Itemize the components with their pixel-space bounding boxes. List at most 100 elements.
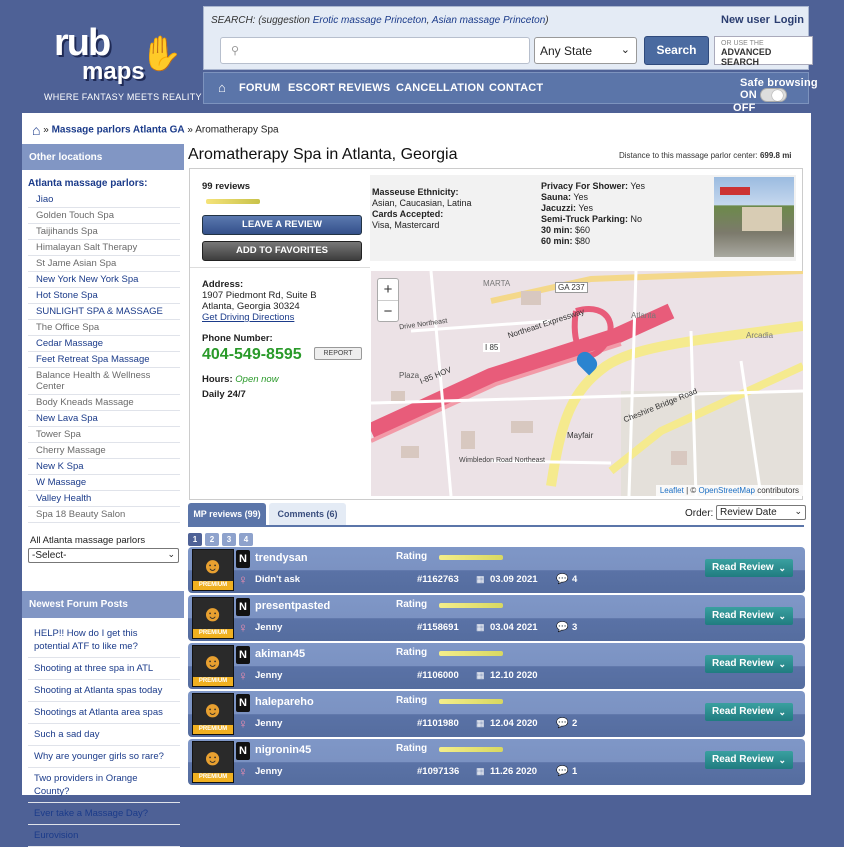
tab-comments[interactable]: Comments (6) [269,503,346,525]
review-row: ☻ PREMIUM N ♀ nigronin45 Jenny Rating #10… [188,739,805,785]
forum-post-link[interactable]: Eurovision [28,825,180,847]
parlor-photo[interactable] [714,177,794,257]
avatar[interactable]: ☻ PREMIUM [192,549,234,591]
parlor-link[interactable]: The Office Spa [28,320,180,336]
safe-browsing-toggle[interactable] [760,88,787,102]
review-girl: Jenny [255,670,283,681]
site-header: rub ✋ maps WHERE FANTASY MEETS REALITY S… [0,0,844,114]
comment-count: 1 [572,766,578,777]
search-input[interactable]: ⚲ [220,37,530,64]
nav-cancellation[interactable]: CANCELLATION [396,82,484,94]
nav-forum[interactable]: FORUM [239,82,280,94]
avatar-image: ☻ [201,745,225,770]
tab-mp-reviews[interactable]: MP reviews (99) [188,503,266,525]
parlor-link[interactable]: Balance Health & Wellness Center [28,368,180,395]
parlor-link[interactable]: New York New York Spa [28,272,180,288]
page-4[interactable]: 4 [239,533,253,546]
breadcrumb-current: Aromatherapy Spa [195,124,279,136]
rating-stars [206,199,260,204]
read-review-button[interactable]: Read Review ⌄ [705,607,793,625]
report-button[interactable]: REPORT [314,347,362,360]
parlor-link[interactable]: Spa 18 Beauty Salon [28,507,180,523]
parlor-link[interactable]: Himalayan Salt Therapy [28,240,180,256]
parlor-link[interactable]: SUNLIGHT SPA & MASSAGE [28,304,180,320]
avatar[interactable]: ☻ PREMIUM [192,693,234,735]
all-parlors-select[interactable]: -Select- ⌄ [28,548,179,563]
review-username[interactable]: halepareho [255,696,314,708]
parlor-link[interactable]: Tower Spa [28,427,180,443]
home-icon[interactable]: ⌂ [218,80,226,95]
parlor-link[interactable]: Feet Retreat Spa Massage [28,352,180,368]
location-map[interactable]: MARTA GA 237 Plaza Atlanta I 85 I-85 HOV… [371,271,803,496]
state-select[interactable]: Any State ⌄ [534,37,637,64]
page-1[interactable]: 1 [188,533,202,546]
parlor-link[interactable]: New Lava Spa [28,411,180,427]
review-date: 12.04 2020 [490,718,538,729]
parlor-link[interactable]: W Massage [28,475,180,491]
forum-post-link[interactable]: Shooting at Atlanta spas today [28,680,180,702]
parlor-link[interactable]: Valley Health [28,491,180,507]
rating-label: Rating [396,743,428,754]
nav-escort-reviews[interactable]: ESCORT REVIEWS [288,82,390,94]
page-3[interactable]: 3 [222,533,236,546]
calendar-icon: ▦ [476,622,485,632]
read-review-button[interactable]: Read Review ⌄ [705,655,793,673]
parlor-link[interactable]: Body Kneads Massage [28,395,180,411]
rating-bar [439,603,503,608]
rubmaps-logo[interactable]: rub ✋ maps WHERE FANTASY MEETS REALITY [28,10,201,102]
avatar[interactable]: ☻ PREMIUM [192,645,234,687]
review-username[interactable]: trendysan [255,552,308,564]
new-badge: N [236,646,250,664]
parlor-link[interactable]: Cherry Massage [28,443,180,459]
page-2[interactable]: 2 [205,533,219,546]
read-review-button[interactable]: Read Review ⌄ [705,559,793,577]
review-row: ☻ PREMIUM N ♀ trendysan Didn't ask Rating… [188,547,805,593]
avatar-image: ☻ [201,697,225,722]
avatar[interactable]: ☻ PREMIUM [192,741,234,783]
leaflet-link[interactable]: Leaflet [660,486,684,495]
read-review-button[interactable]: Read Review ⌄ [705,703,793,721]
forum-post-link[interactable]: Shootings at Atlanta area spas [28,702,180,724]
login-link[interactable]: Login [774,14,804,26]
advanced-search-button[interactable]: OR USE THE ADVANCED SEARCH [714,36,813,67]
new-user-link[interactable]: New user [721,14,770,26]
forum-post-link[interactable]: Ever take a Massage Day? [28,803,180,825]
suggestion-link-1[interactable]: Erotic massage Princeton [313,15,427,26]
zoom-out-button[interactable]: − [378,301,398,322]
breadcrumb-link[interactable]: Massage parlors Atlanta GA [52,125,185,136]
driving-directions-link[interactable]: Get Driving Directions [202,312,294,323]
review-count: 99 reviews [202,181,251,192]
phone-number[interactable]: 404-549-8595 [202,346,302,364]
order-select[interactable]: Review Date ⌄ [716,505,806,520]
phone-label: Phone Number: [202,333,273,344]
parlor-link[interactable]: Cedar Massage [28,336,180,352]
home-icon[interactable]: ⌂ [32,122,40,138]
forum-post-link[interactable]: Shooting at three spa in ATL [28,658,180,680]
avatar[interactable]: ☻ PREMIUM [192,597,234,639]
main-content: Aromatherapy Spa in Atlanta, Georgia Dis… [188,144,811,795]
parlor-link[interactable]: Jiao [28,192,180,208]
parlor-link[interactable]: St Jame Asian Spa [28,256,180,272]
review-username[interactable]: nigronin45 [255,744,311,756]
read-review-button[interactable]: Read Review ⌄ [705,751,793,769]
osm-link[interactable]: OpenStreetMap [698,486,754,495]
forum-post-link[interactable]: Two providers in Orange County? [28,768,180,803]
zoom-in-button[interactable]: + [378,279,398,301]
parlor-link[interactable]: Golden Touch Spa [28,208,180,224]
suggestion-link-2[interactable]: Asian massage Princeton [432,15,545,26]
parlor-link[interactable]: Taijihands Spa [28,224,180,240]
search-button[interactable]: Search [644,36,709,65]
review-username[interactable]: presentpasted [255,600,330,612]
parlors-heading[interactable]: Atlanta massage parlors: [22,170,184,192]
forum-post-link[interactable]: HELP!! How do I get this potential ATF t… [28,623,180,658]
forum-post-link[interactable]: Why are younger girls so rare? [28,746,180,768]
parlor-link[interactable]: New K Spa [28,459,180,475]
leave-review-button[interactable]: LEAVE A REVIEW [202,215,362,235]
review-girl: Jenny [255,718,283,729]
chevron-down-icon: ⌄ [778,755,786,765]
review-username[interactable]: akiman45 [255,648,305,660]
add-favorites-button[interactable]: ADD TO FAVORITES [202,241,362,261]
parlor-link[interactable]: Hot Stone Spa [28,288,180,304]
forum-post-link[interactable]: Such a sad day [28,724,180,746]
nav-contact[interactable]: CONTACT [489,82,543,94]
